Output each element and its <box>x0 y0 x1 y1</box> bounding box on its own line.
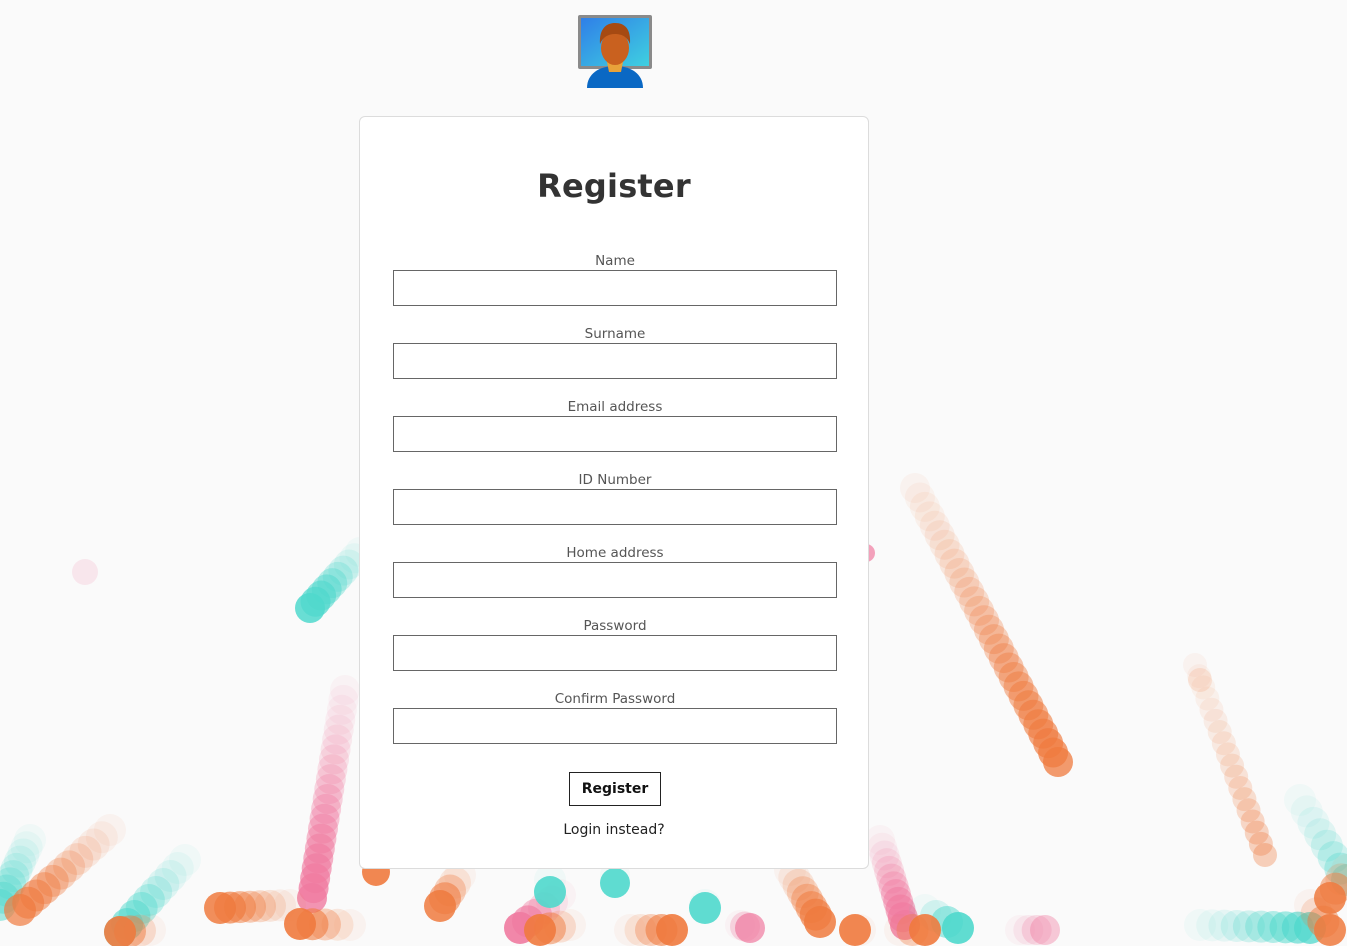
password-label: Password <box>583 618 647 634</box>
name-input[interactable] <box>393 270 837 306</box>
password-input[interactable] <box>393 635 837 671</box>
confirm-password-input[interactable] <box>393 708 837 744</box>
particle <box>1030 915 1060 945</box>
home-address-input[interactable] <box>393 562 837 598</box>
particle <box>1314 914 1346 946</box>
surname-field-group: Surname <box>393 325 837 379</box>
confirm-password-field-group: Confirm Password <box>393 690 837 744</box>
name-label: Name <box>595 253 635 269</box>
particle <box>942 912 974 944</box>
home-address-label: Home address <box>566 545 664 561</box>
confirm-password-label: Confirm Password <box>554 691 676 707</box>
particle <box>1043 747 1073 777</box>
particle <box>524 914 556 946</box>
particle <box>72 559 98 585</box>
email-label: Email address <box>567 399 663 415</box>
particle <box>839 914 871 946</box>
particle <box>204 892 236 924</box>
login-instead-link[interactable]: Login instead? <box>360 822 868 838</box>
register-button[interactable]: Register <box>569 772 661 806</box>
particle <box>534 876 566 908</box>
name-field-group: Name <box>393 252 837 306</box>
user-monitor-icon <box>577 14 653 88</box>
page-title: Register <box>537 167 691 205</box>
particle <box>295 593 325 623</box>
email-input[interactable] <box>393 416 837 452</box>
particle <box>4 894 36 926</box>
surname-input[interactable] <box>393 343 837 379</box>
id-number-label: ID Number <box>578 472 652 488</box>
particle <box>735 913 765 943</box>
id-number-input[interactable] <box>393 489 837 525</box>
particle <box>804 906 836 938</box>
particle <box>600 868 630 898</box>
particle <box>284 908 316 940</box>
particle <box>656 914 688 946</box>
particle <box>424 890 456 922</box>
particle <box>909 914 941 946</box>
email-field-group: Email address <box>393 398 837 452</box>
surname-label: Surname <box>584 326 646 342</box>
password-field-group: Password <box>393 617 837 671</box>
home-address-field-group: Home address <box>393 544 837 598</box>
id-number-field-group: ID Number <box>393 471 837 525</box>
particle <box>689 892 721 924</box>
register-card: Register Name Surname Email address ID N… <box>359 116 869 869</box>
particle <box>1188 668 1212 692</box>
particle <box>1253 843 1277 867</box>
